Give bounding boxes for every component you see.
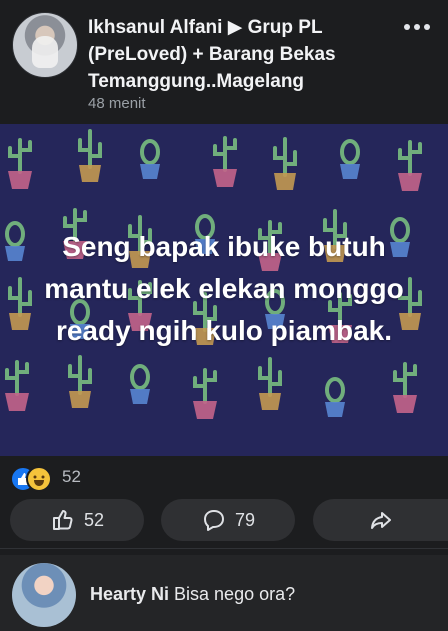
like-button[interactable]: 52 xyxy=(10,499,144,541)
author-name[interactable]: Ikhsanul Alfani xyxy=(88,17,222,38)
reaction-icons xyxy=(10,465,56,492)
reaction-count: 52 xyxy=(62,467,81,486)
like-count: 52 xyxy=(83,509,105,530)
thumbs-up-icon xyxy=(52,510,73,530)
comment-button[interactable]: 79 xyxy=(161,499,295,541)
post-header: Ikhsanul Alfani ▶ Grup PL (PreLoved) + B… xyxy=(0,0,448,124)
post-text[interactable]: Seng bapak ibuke butuh mantu elek elekan… xyxy=(20,226,428,352)
commenter-avatar[interactable] xyxy=(12,563,76,627)
share-button[interactable] xyxy=(313,499,448,541)
share-arrow-icon: ▶ xyxy=(227,17,243,38)
comment-icon xyxy=(203,510,224,531)
post-background: Seng bapak ibuke butuh mantu elek elekan… xyxy=(0,124,448,456)
comment-item[interactable]: Hearty Ni Bisa nego ora? xyxy=(0,555,448,631)
section-divider xyxy=(0,548,448,549)
post-time[interactable]: 48 menit xyxy=(88,95,146,112)
more-icon[interactable] xyxy=(404,22,430,32)
comment-author[interactable]: Hearty Ni xyxy=(90,584,169,604)
post-title[interactable]: Ikhsanul Alfani ▶ Grup PL (PreLoved) + B… xyxy=(88,14,388,95)
share-icon xyxy=(370,512,391,529)
author-avatar[interactable] xyxy=(12,12,78,78)
comment-text[interactable]: Hearty Ni Bisa nego ora? xyxy=(90,584,295,605)
reaction-summary[interactable]: 52 xyxy=(10,462,81,492)
laugh-icon xyxy=(26,466,52,492)
comment-count: 79 xyxy=(234,509,256,530)
comment-body: Bisa nego ora? xyxy=(174,584,296,604)
